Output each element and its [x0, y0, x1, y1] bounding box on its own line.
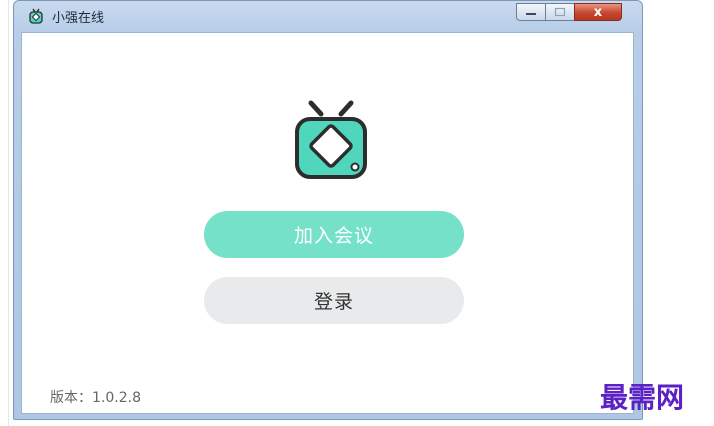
- close-button[interactable]: x: [574, 3, 622, 21]
- window-title: 小强在线: [52, 11, 105, 26]
- maximize-icon: [554, 7, 566, 17]
- minimize-button[interactable]: [516, 3, 546, 21]
- close-icon: x: [593, 4, 603, 20]
- maximize-button[interactable]: [545, 3, 575, 21]
- version-label: 版本：1.0.2.8: [50, 390, 141, 406]
- client-area: 加入会议 登录 版本：1.0.2.8: [21, 32, 634, 414]
- login-button[interactable]: 登录: [204, 277, 464, 324]
- minimize-icon: [526, 13, 536, 15]
- tv-logo-icon: [295, 100, 367, 179]
- tv-app-icon: [29, 8, 43, 24]
- title-bar[interactable]: 小强在线 x: [14, 1, 642, 31]
- join-meeting-button[interactable]: 加入会议: [204, 211, 464, 258]
- app-window: 小强在线 x 加入会议 登录 版本：1.0.2.8: [13, 0, 643, 420]
- page-edge: [8, 0, 9, 426]
- watermark-text: 最需网: [600, 381, 685, 414]
